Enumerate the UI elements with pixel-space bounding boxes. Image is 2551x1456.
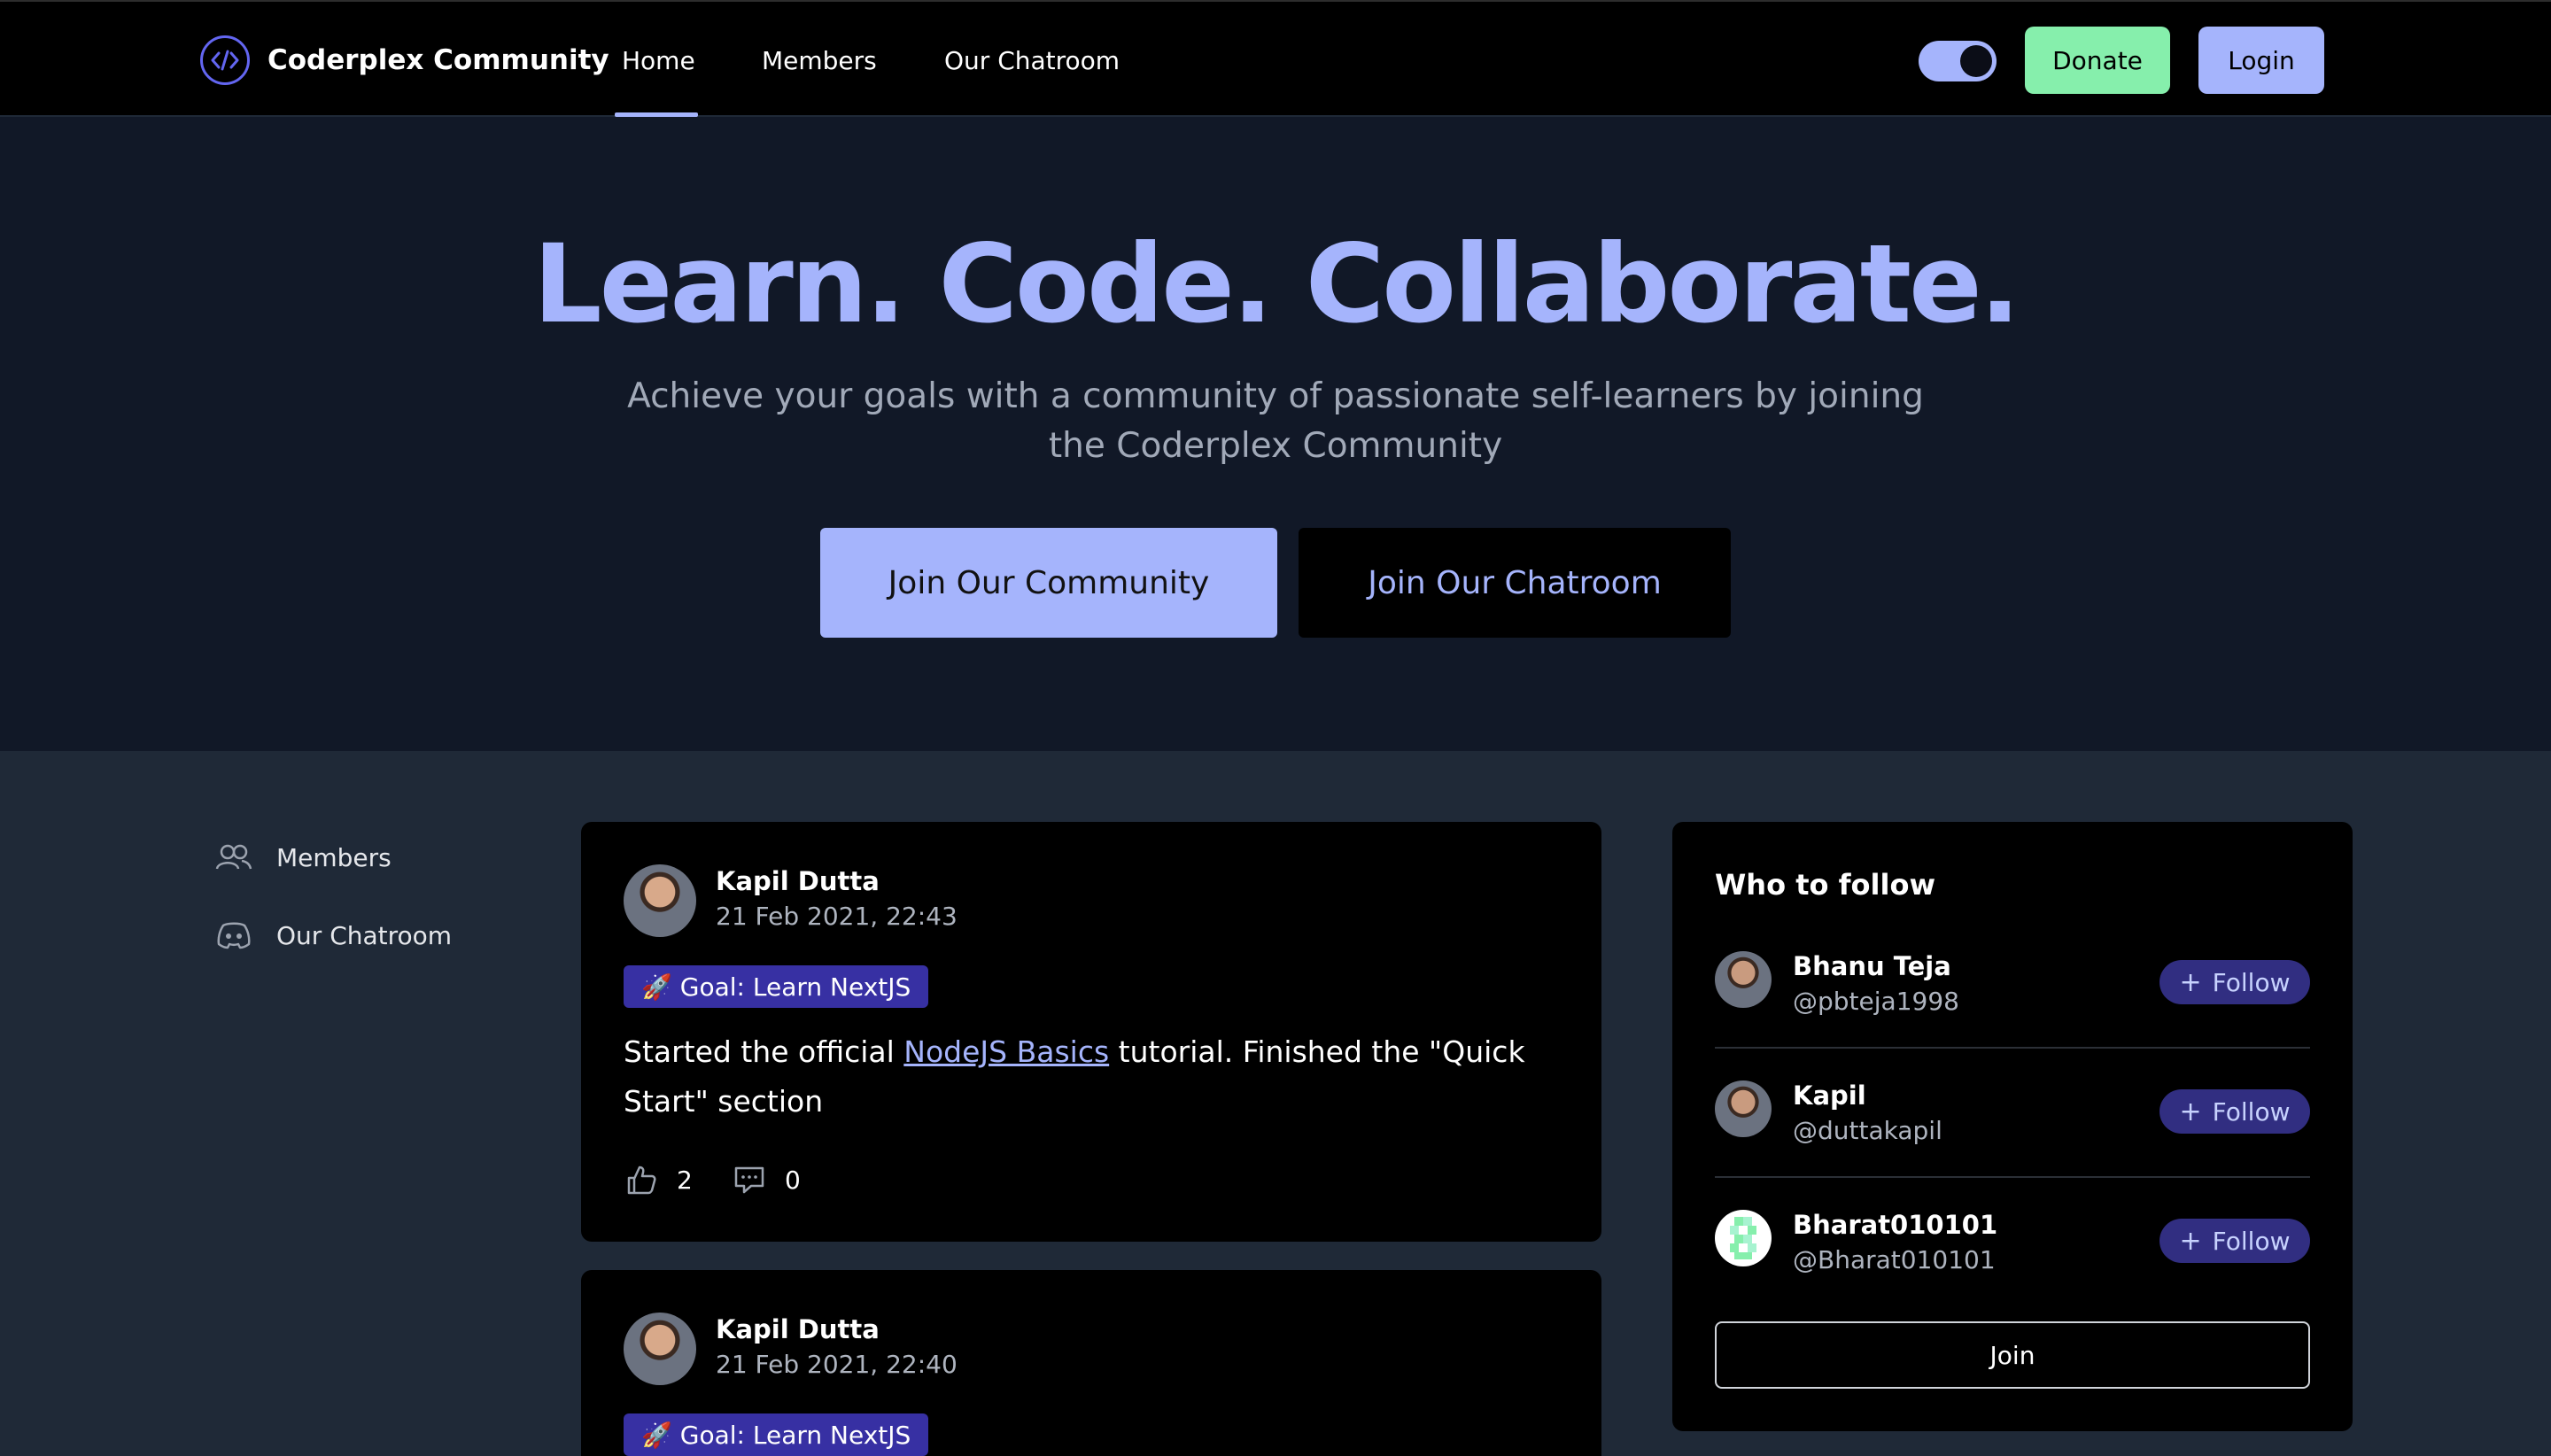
sidebar-item-label: Our Chatroom bbox=[276, 920, 453, 950]
brand-link[interactable]: Coderplex Community bbox=[200, 35, 609, 85]
join-chatroom-button[interactable]: Join Our Chatroom bbox=[1299, 528, 1731, 638]
user-name[interactable]: Kapil bbox=[1793, 1080, 1866, 1111]
post-date: 21 Feb 2021, 22:43 bbox=[716, 902, 958, 931]
login-button[interactable]: Login bbox=[2198, 27, 2324, 94]
post-author[interactable]: Kapil Dutta bbox=[716, 1314, 880, 1344]
discord-icon bbox=[214, 916, 253, 955]
follow-label: Follow bbox=[2212, 967, 2291, 997]
donate-button[interactable]: Donate bbox=[2025, 27, 2170, 94]
plus-icon: + bbox=[2179, 1096, 2202, 1127]
brand-name: Coderplex Community bbox=[268, 44, 609, 76]
sidebar-item-label: Members bbox=[276, 842, 392, 872]
top-navbar: Coderplex Community Home Members Our Cha… bbox=[0, 0, 2551, 117]
theme-toggle[interactable] bbox=[1919, 41, 1997, 81]
post-text: Started the official NodeJS Basics tutor… bbox=[624, 1027, 1571, 1127]
goal-badge[interactable]: 🚀 Goal: Learn NextJS bbox=[624, 965, 929, 1008]
like-count: 2 bbox=[677, 1165, 693, 1195]
user-name[interactable]: Bhanu Teja bbox=[1793, 951, 1951, 981]
nav-link-home[interactable]: Home bbox=[622, 46, 695, 75]
plus-icon: + bbox=[2179, 966, 2202, 998]
avatar[interactable] bbox=[624, 1313, 696, 1385]
code-logo-icon bbox=[200, 35, 250, 85]
post-author[interactable]: Kapil Dutta bbox=[716, 866, 880, 896]
avatar[interactable] bbox=[1715, 951, 1772, 1008]
goal-badge[interactable]: 🚀 Goal: Learn NextJS bbox=[624, 1413, 929, 1456]
follow-suggestion: Bhanu Teja @pbteja1998 + Follow bbox=[1715, 919, 2310, 1049]
follow-suggestion: Kapil @duttakapil + Follow bbox=[1715, 1049, 2310, 1178]
join-community-button[interactable]: Join Our Community bbox=[820, 528, 1277, 638]
post-date: 21 Feb 2021, 22:40 bbox=[716, 1350, 958, 1379]
hero-section: Learn. Code. Collaborate. Achieve your g… bbox=[0, 117, 2551, 751]
who-to-follow-panel: Who to follow Bhanu Teja @pbteja1998 + Fo… bbox=[1672, 822, 2353, 1431]
follow-button[interactable]: + Follow bbox=[2159, 960, 2310, 1004]
sidebar-item-chatroom[interactable]: Our Chatroom bbox=[214, 916, 452, 955]
identicon-icon bbox=[1730, 1217, 1756, 1259]
comment-icon bbox=[732, 1162, 767, 1197]
panel-title: Who to follow bbox=[1715, 868, 1936, 902]
follow-button[interactable]: + Follow bbox=[2159, 1219, 2310, 1263]
thumbs-up-icon bbox=[624, 1162, 659, 1197]
user-handle: @pbteja1998 bbox=[1793, 987, 1959, 1016]
comment-count: 0 bbox=[785, 1165, 801, 1195]
users-icon bbox=[214, 838, 253, 877]
user-handle: @duttakapil bbox=[1793, 1116, 1942, 1145]
avatar[interactable] bbox=[1715, 1210, 1772, 1266]
follow-suggestion: Bharat010101 @Bharat010101 + Follow bbox=[1715, 1178, 2310, 1307]
post-link[interactable]: NodeJS Basics bbox=[903, 1034, 1109, 1069]
post-card: Kapil Dutta 21 Feb 2021, 22:40 🚀 Goal: L… bbox=[581, 1270, 1601, 1456]
toggle-knob bbox=[1960, 45, 1992, 77]
post-card: Kapil Dutta 21 Feb 2021, 22:43 🚀 Goal: L… bbox=[581, 822, 1601, 1242]
follow-label: Follow bbox=[2212, 1096, 2291, 1127]
comment-button[interactable]: 0 bbox=[732, 1162, 801, 1197]
avatar[interactable] bbox=[1715, 1080, 1772, 1137]
join-button[interactable]: Join bbox=[1715, 1321, 2310, 1389]
sidebar-item-members[interactable]: Members bbox=[214, 838, 392, 877]
follow-label: Follow bbox=[2212, 1226, 2291, 1256]
avatar[interactable] bbox=[624, 864, 696, 937]
post-text-start: Started the official bbox=[624, 1034, 904, 1069]
hero-subtitle: Achieve your goals with a community of p… bbox=[627, 376, 1924, 466]
user-name[interactable]: Bharat010101 bbox=[1793, 1210, 1997, 1240]
follow-button[interactable]: + Follow bbox=[2159, 1089, 2310, 1134]
user-handle: @Bharat010101 bbox=[1793, 1245, 1996, 1274]
hero-title: Learn. Code. Collaborate. bbox=[532, 221, 2020, 347]
nav-link-chatroom[interactable]: Our Chatroom bbox=[944, 46, 1120, 75]
plus-icon: + bbox=[2179, 1225, 2202, 1257]
like-button[interactable]: 2 bbox=[624, 1162, 693, 1197]
nav-link-members[interactable]: Members bbox=[762, 46, 877, 75]
